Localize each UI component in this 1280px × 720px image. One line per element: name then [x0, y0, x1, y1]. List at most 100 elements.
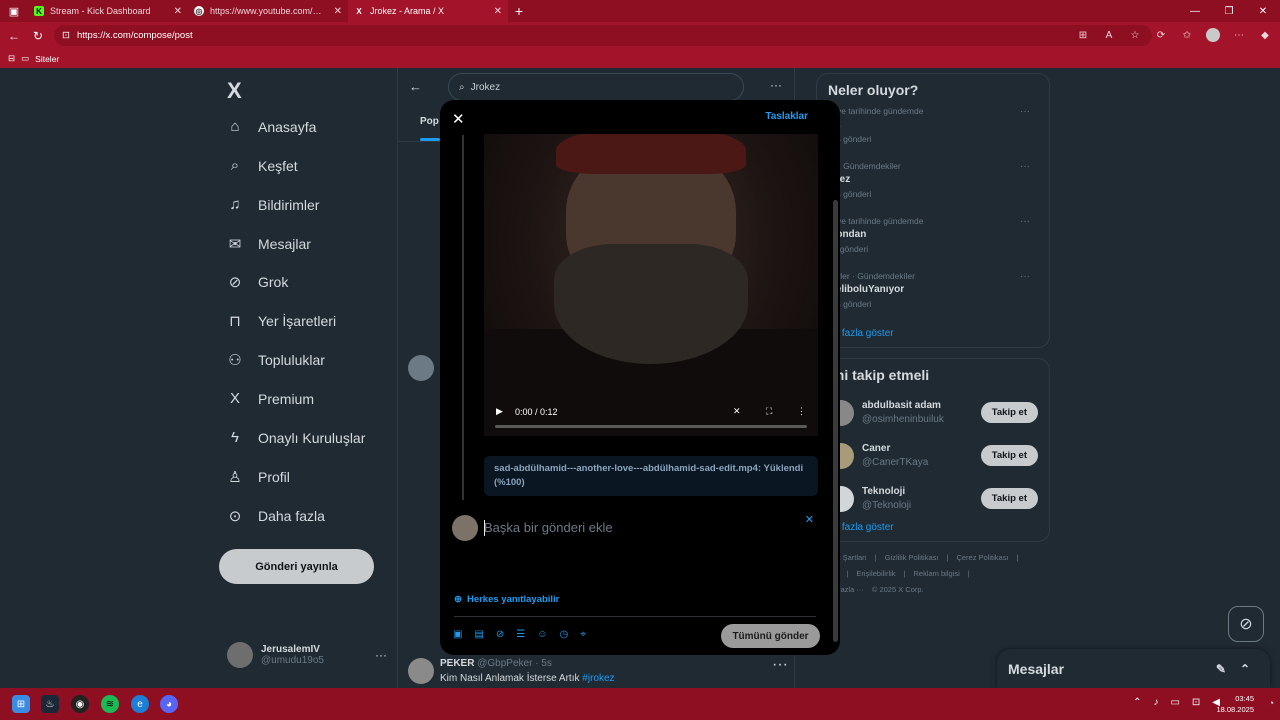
gif-icon[interactable]: ▤: [474, 629, 483, 640]
browser-tab-kick[interactable]: K Stream - Kick Dashboard ✕: [28, 0, 188, 22]
back-icon[interactable]: ←: [2, 29, 26, 43]
profile-avatar[interactable]: [1206, 28, 1220, 42]
follow-suggestion[interactable]: abdulbasit adam @osimheninbuiluk Takip e…: [828, 391, 1038, 434]
more-dots-icon[interactable]: ···: [375, 648, 387, 662]
follow-button[interactable]: Takip et: [980, 488, 1038, 509]
apps-icon[interactable]: ⊞: [1072, 25, 1094, 46]
nav-more[interactable]: ⊙ Daha fazla: [226, 507, 325, 525]
trend-item[interactable]: or · Gündemdekiler okez 7 B gönderi ···: [828, 161, 1038, 216]
image-icon[interactable]: ▣: [453, 629, 462, 640]
reply-audience-button[interactable]: ⊕ Herkes yanıtlayabilir: [454, 594, 559, 605]
read-aloud-icon[interactable]: A: [1098, 25, 1120, 46]
follow-button[interactable]: Takip et: [980, 402, 1038, 423]
video-more-icon[interactable]: ⋮: [797, 406, 806, 417]
video-preview[interactable]: ▶ 0:00 / 0:12 ✕ ⛶ ⋮: [484, 134, 818, 436]
scrollbar[interactable]: [833, 200, 838, 642]
grok-floating-button[interactable]: ⊘: [1228, 606, 1264, 642]
more-dots-icon[interactable]: ···: [1020, 216, 1030, 227]
discord-icon[interactable]: ◕: [160, 695, 178, 713]
remove-post-icon[interactable]: ✕: [805, 513, 814, 526]
menu-dots-icon[interactable]: ⋯: [1228, 25, 1250, 46]
follow-suggestion[interactable]: Caner @CanerTKaya Takip et: [828, 434, 1038, 477]
avatar[interactable]: [408, 355, 434, 381]
show-more-link[interactable]: ha fazla göster: [828, 328, 1038, 339]
grok-icon[interactable]: ⊘: [496, 629, 504, 640]
more-dots-icon[interactable]: ···: [1020, 161, 1030, 172]
messages-drawer[interactable]: Mesajlar ✎ ⌃: [997, 649, 1270, 688]
avatar[interactable]: [408, 658, 434, 684]
video-progress-track[interactable]: [495, 425, 807, 428]
tab-popular[interactable]: Pop: [420, 116, 439, 127]
footer-link[interactable]: Çerez Politikası: [956, 553, 1008, 562]
follow-suggestion[interactable]: Teknoloji @Teknoloji Takip et: [828, 477, 1038, 520]
system-clock[interactable]: 03:45 18.08.2025: [1216, 693, 1254, 715]
spotify-icon[interactable]: ≋: [101, 695, 119, 713]
more-dots-icon[interactable]: ···: [1020, 106, 1030, 117]
display-icon[interactable]: ▭: [1170, 697, 1179, 708]
footer-link[interactable]: Reklam bilgisi: [914, 569, 960, 578]
steam-icon[interactable]: ♨: [41, 695, 59, 713]
notification-bell-icon[interactable]: ◔: [1269, 698, 1274, 708]
chevron-up-icon[interactable]: ⌃: [1133, 697, 1141, 708]
nav-communities[interactable]: ⚇ Topluluklar: [226, 351, 325, 369]
trend-item[interactable]: berler · Gündemdekiler GeliboluYanıyor 5…: [828, 271, 1038, 326]
favorite-star-icon[interactable]: ☆: [1124, 25, 1146, 46]
follow-button[interactable]: Takip et: [980, 445, 1038, 466]
tab-close-icon[interactable]: ✕: [174, 6, 182, 17]
more-dots-icon[interactable]: ···: [770, 78, 782, 92]
search-input[interactable]: ⌕ Jrokez: [448, 73, 744, 101]
nav-explore[interactable]: ⌕ Keşfet: [226, 157, 298, 174]
favorites-icon[interactable]: ✩: [1176, 25, 1198, 46]
x-logo-icon[interactable]: X: [227, 78, 242, 104]
close-window-icon[interactable]: ✕: [1246, 0, 1280, 22]
trend-item[interactable]: rkiye tarihinde gündemde fat 2 B gönderi…: [828, 106, 1038, 161]
location-icon[interactable]: ⌖: [580, 629, 586, 640]
trend-item[interactable]: rkiye tarihinde gündemde lkondan 08 gönd…: [828, 216, 1038, 271]
bookmark-toggle-icon[interactable]: ⊟: [8, 53, 15, 64]
more-dots-icon[interactable]: ···: [1020, 271, 1030, 282]
footer-link[interactable]: Gizlilik Politikası: [885, 553, 939, 562]
send-all-button[interactable]: Tümünü gönder: [721, 624, 820, 648]
nav-profile[interactable]: ♙ Profil: [226, 468, 290, 486]
mute-icon[interactable]: ✕: [733, 406, 741, 417]
reply-input[interactable]: Başka bir gönderi ekle: [484, 520, 613, 535]
extensions-icon[interactable]: ⟳: [1150, 25, 1172, 46]
network-icon[interactable]: ⊡: [1192, 697, 1200, 708]
post-button[interactable]: Gönderi yayınla: [219, 549, 374, 584]
tweet-author[interactable]: PEKER: [440, 658, 474, 669]
play-icon[interactable]: ▶: [496, 406, 503, 417]
drafts-link[interactable]: Taslaklar: [765, 111, 808, 122]
nav-messages[interactable]: ✉ Mesajlar: [226, 235, 311, 253]
hashtag-link[interactable]: #jrokez: [582, 673, 614, 684]
browser-tab-youtube[interactable]: ◎ https://www.youtube.com/watch?v=... ✕: [188, 0, 348, 22]
back-arrow-icon[interactable]: ←: [409, 79, 422, 94]
site-info-icon[interactable]: ⊡: [62, 30, 70, 41]
copilot-icon[interactable]: ◆: [1254, 25, 1276, 46]
nav-notifications[interactable]: ♫ Bildirimler: [226, 196, 319, 213]
refresh-icon[interactable]: ↻: [26, 29, 50, 43]
tab-close-icon[interactable]: ✕: [494, 6, 502, 17]
new-tab-button[interactable]: +: [508, 3, 530, 19]
poll-icon[interactable]: ☰: [516, 629, 525, 640]
nav-bookmarks[interactable]: ⊓ Yer İşaretleri: [226, 312, 336, 330]
footer-link[interactable]: Erişilebilirlik: [856, 569, 895, 578]
tab-actions-icon[interactable]: ▣: [0, 0, 28, 22]
emoji-icon[interactable]: ☺: [537, 629, 547, 640]
url-field[interactable]: ⊡ https://x.com/compose/post: [54, 25, 1152, 46]
minimize-icon[interactable]: —: [1178, 0, 1212, 22]
edge-icon[interactable]: e: [131, 695, 149, 713]
close-icon[interactable]: ✕: [452, 110, 465, 128]
windows-start-icon[interactable]: ⊞: [12, 695, 30, 713]
obs-icon[interactable]: ◉: [71, 695, 89, 713]
maximize-icon[interactable]: ❐: [1212, 0, 1246, 22]
nav-premium[interactable]: X Premium: [226, 390, 314, 407]
bookmark-folder[interactable]: Siteler: [35, 54, 59, 64]
microphone-icon[interactable]: ♪: [1153, 697, 1158, 708]
account-switcher[interactable]: JerusalemIV @umudu19o5 ···: [227, 642, 387, 668]
nav-home[interactable]: ⌂ Anasayfa: [226, 118, 316, 135]
nav-grok[interactable]: ⊘ Grok: [226, 273, 289, 291]
show-more-link[interactable]: ha fazla göster: [828, 522, 1038, 533]
fullscreen-icon[interactable]: ⛶: [766, 406, 772, 417]
new-message-icon[interactable]: ✎: [1216, 662, 1226, 676]
expand-up-icon[interactable]: ⌃: [1240, 662, 1250, 676]
